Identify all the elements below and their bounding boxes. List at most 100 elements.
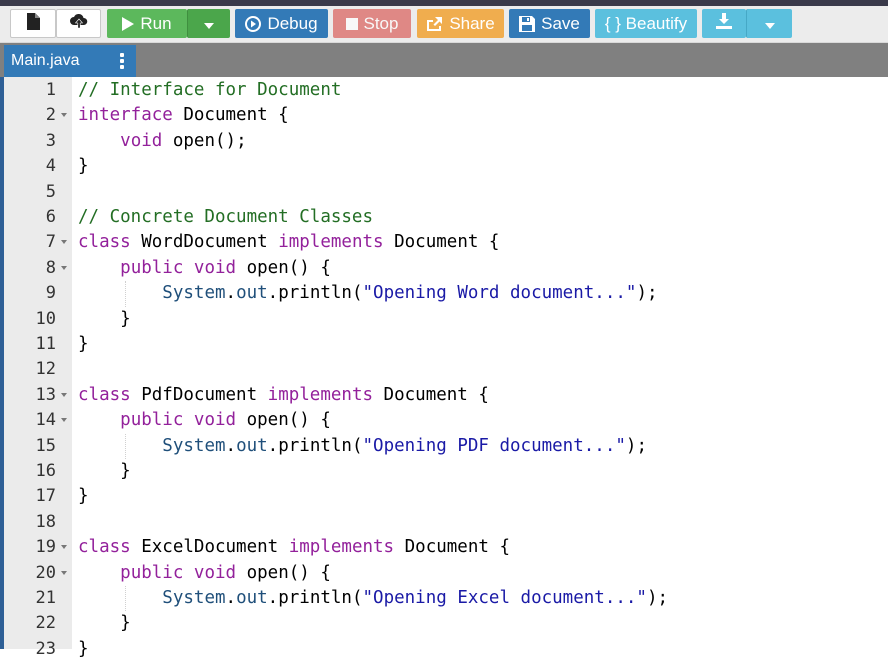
upload-button[interactable] [56, 9, 101, 38]
code-token: void [193, 410, 237, 431]
fold-caret-icon[interactable] [61, 418, 67, 423]
code-token: } [78, 308, 131, 329]
line-number: 4 [4, 154, 72, 179]
code-line: System.out.println("Opening PDF document… [78, 434, 647, 459]
debug-button[interactable]: Debug [235, 9, 328, 38]
code-line: } [78, 611, 131, 636]
fold-caret-icon[interactable] [61, 240, 67, 245]
tab-main-java[interactable]: Main.java [4, 45, 136, 77]
line-number-text: 13 [35, 384, 56, 405]
line-number-text: 15 [35, 435, 56, 456]
line-number: 14 [4, 408, 72, 433]
code-token: .println( [267, 283, 363, 304]
line-number: 20 [4, 561, 72, 586]
line-number-text: 9 [45, 283, 56, 304]
download-options-dropdown[interactable] [746, 9, 792, 38]
code-token: open() { [236, 257, 331, 278]
code-token: implements [267, 384, 374, 405]
code-editor[interactable]: // Interface for Document interface Docum… [72, 77, 888, 659]
code-token: WordDocument [130, 232, 279, 253]
line-number: 7 [4, 230, 72, 255]
line-number-text: 2 [45, 105, 56, 126]
fold-caret-icon[interactable] [61, 545, 67, 550]
save-label: Save [541, 13, 580, 33]
code-token: } [78, 334, 89, 354]
line-number-text: 1 [45, 80, 56, 100]
tab-filename: Main.java [11, 52, 80, 69]
code-token: .println( [267, 588, 363, 608]
line-number: 3 [4, 129, 72, 154]
line-number: 6 [4, 205, 72, 230]
run-options-dropdown[interactable] [187, 9, 230, 38]
line-number: 19 [4, 535, 72, 560]
code-token: ); [646, 588, 669, 608]
line-number: 13 [4, 383, 72, 408]
fold-caret-icon[interactable] [61, 392, 67, 397]
debug-label: Debug [267, 13, 318, 33]
line-number-text: 10 [35, 308, 56, 329]
code-token: class [78, 232, 131, 253]
code-token: "Opening PDF document..." [362, 435, 626, 456]
code-line: } [78, 154, 89, 179]
code-token: } [78, 156, 89, 177]
code-token: open(); [162, 130, 247, 151]
download-icon [716, 13, 732, 34]
line-number: 1 [4, 78, 72, 103]
stop-button[interactable]: Stop [333, 9, 411, 38]
code-line: public void open() { [78, 561, 331, 586]
code-line: } [78, 637, 89, 662]
line-number-text: 18 [35, 511, 56, 532]
download-button[interactable] [702, 9, 746, 38]
line-number: 9 [4, 281, 72, 306]
line-number-text: 14 [35, 410, 56, 431]
code-token: System [162, 435, 226, 456]
beautify-button[interactable]: { } Beautify [595, 9, 697, 38]
line-number-text: 6 [45, 207, 56, 227]
code-token: System [162, 283, 226, 304]
fold-caret-icon[interactable] [61, 113, 67, 118]
line-number: 8 [4, 256, 72, 281]
code-line: void open(); [78, 129, 247, 154]
fold-caret-icon[interactable] [61, 265, 67, 270]
line-number: 15 [4, 434, 72, 459]
code-token: ); [625, 435, 647, 456]
run-button[interactable]: Run [107, 9, 187, 38]
code-line: class PdfDocument implements Document { [78, 383, 489, 408]
code-token: "Opening Word document..." [362, 283, 637, 304]
code-token: interface [78, 105, 173, 126]
code-token: open() { [236, 410, 331, 431]
code-token: Document { [394, 537, 510, 558]
code-line: } [78, 484, 89, 509]
share-label: Share [449, 13, 495, 33]
code-line: class WordDocument implements Document { [78, 230, 499, 255]
line-number-text: 21 [35, 588, 56, 608]
line-number: 11 [4, 332, 72, 357]
code-line: public void open() { [78, 256, 331, 281]
code-token: // Concrete Document Classes [78, 207, 374, 227]
stop-icon [345, 17, 358, 30]
save-button[interactable]: Save [509, 9, 590, 38]
code-token: } [78, 461, 131, 481]
code-token: . [225, 588, 237, 608]
code-token: open() { [236, 562, 331, 583]
code-token: implements [288, 537, 395, 558]
fold-caret-icon[interactable] [61, 570, 67, 575]
code-token: void [193, 257, 237, 278]
share-button[interactable]: Share [417, 9, 504, 38]
share-icon [426, 16, 443, 31]
line-number-text: 12 [35, 359, 56, 380]
play-icon [122, 16, 135, 31]
line-number-text: 22 [35, 613, 56, 634]
line-number: 5 [4, 180, 72, 205]
code-token: out [236, 283, 268, 304]
code-token: out [236, 588, 268, 608]
new-file-button[interactable] [10, 9, 56, 38]
line-number-gutter: 1 2 3 4 5 6 7 8 9 10 11 12 13 14 15 16 17 18 19 20 21 22 23 [4, 77, 72, 659]
kebab-menu-icon[interactable] [120, 53, 124, 69]
play-circle-icon [245, 15, 262, 32]
